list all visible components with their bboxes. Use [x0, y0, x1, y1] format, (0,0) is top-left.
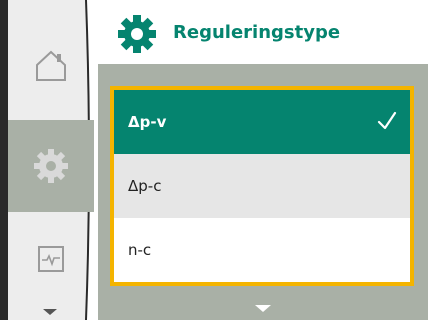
pump-display: Reguleringstype Δp-v Δp-c n-c [0, 0, 428, 320]
option-list: Δp-v Δp-c n-c [110, 86, 414, 286]
option-dp-c[interactable]: Δp-c [114, 154, 410, 218]
sidebar-item-home[interactable] [8, 16, 94, 116]
header: Reguleringstype [98, 0, 428, 64]
sidebar-more[interactable] [30, 304, 70, 320]
option-label: Δp-v [128, 113, 167, 131]
pulse-icon [38, 246, 64, 272]
sidebar [0, 0, 98, 320]
option-n-c[interactable]: n-c [114, 218, 410, 282]
option-label: Δp-c [128, 177, 162, 195]
gear-icon [118, 15, 156, 53]
option-dp-v[interactable]: Δp-v [114, 90, 410, 154]
check-icon [377, 111, 397, 130]
sidebar-item-settings[interactable] [8, 120, 94, 212]
content-panel: Δp-v Δp-c n-c [98, 64, 428, 320]
gear-icon [34, 149, 68, 183]
scroll-down-icon[interactable] [253, 304, 273, 314]
option-label: n-c [128, 241, 152, 259]
chevron-down-icon [43, 309, 57, 315]
home-icon [36, 50, 66, 81]
sidebar-item-monitor[interactable] [8, 224, 94, 294]
page-title: Reguleringstype [173, 22, 341, 43]
